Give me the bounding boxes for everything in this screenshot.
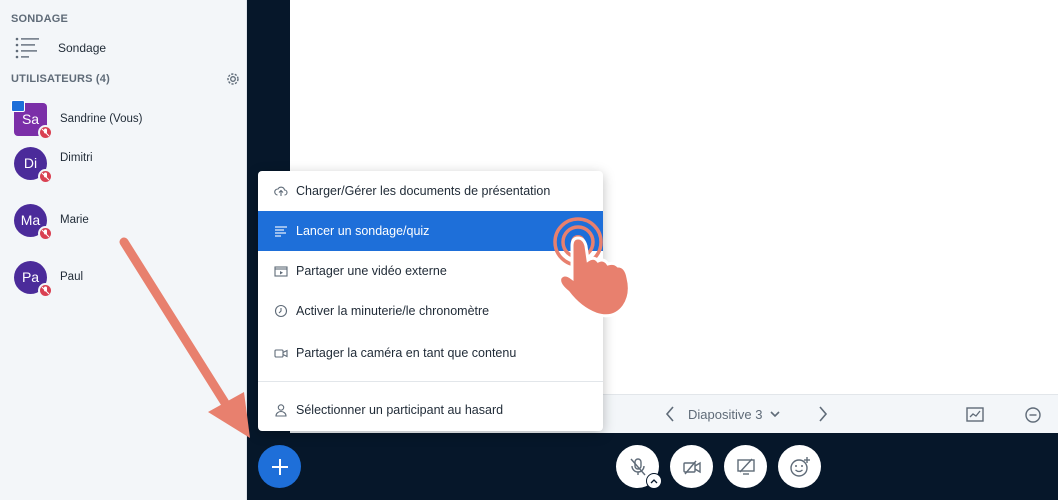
- muted-mic-icon: [38, 124, 53, 140]
- camera-icon: [274, 349, 288, 358]
- slide-selector[interactable]: Diapositive 3: [688, 404, 781, 424]
- plus-icon: [271, 458, 288, 475]
- timer-icon: [274, 304, 288, 318]
- user-icon: [275, 404, 287, 417]
- screenshare-off-icon: [736, 458, 755, 475]
- user-name: Dimitri: [60, 152, 93, 164]
- sidebar-item-poll-label: Sondage: [58, 41, 107, 55]
- camera-button[interactable]: [670, 445, 713, 488]
- chevron-down-icon: [770, 411, 781, 418]
- avatar: Ma: [14, 203, 53, 241]
- menu-item-share-camera-content[interactable]: Partager la caméra en tant que contenu: [258, 333, 603, 373]
- muted-mic-icon: [38, 168, 53, 184]
- user-list-item[interactable]: Ma Marie: [14, 202, 234, 241]
- upload-cloud-icon: [274, 186, 288, 196]
- muted-mic-icon: [38, 282, 53, 298]
- whiteboard-icon[interactable]: [965, 405, 985, 425]
- external-video-icon: [274, 266, 288, 277]
- screenshare-button[interactable]: [724, 445, 767, 488]
- tap-gesture-icon: [553, 217, 631, 318]
- avatar-initials: Sa: [21, 111, 40, 127]
- zoom-out-icon[interactable]: [1023, 405, 1043, 425]
- chevron-left-icon[interactable]: [663, 405, 677, 423]
- slide-selector-label: Diapositive 3: [688, 406, 763, 422]
- camera-off-icon: [682, 460, 701, 474]
- menu-item-label: Sélectionner un participant au hasard: [296, 403, 504, 417]
- actions-plus-button[interactable]: [258, 445, 301, 488]
- reactions-button[interactable]: [778, 445, 821, 488]
- chevron-up-icon: [650, 479, 658, 484]
- menu-item-label: Partager une vidéo externe: [296, 264, 447, 278]
- smiley-plus-icon: [789, 456, 810, 477]
- muted-mic-icon: [38, 225, 53, 241]
- user-name: Marie: [60, 214, 89, 226]
- sidebar-item-poll[interactable]: Sondage: [14, 36, 234, 60]
- avatar-initials: Ma: [20, 212, 41, 228]
- menu-item-label: Partager la caméra en tant que contenu: [296, 346, 517, 360]
- menu-item-upload-presentation[interactable]: Charger/Gérer les documents de présentat…: [258, 171, 603, 211]
- menu-item-random-participant[interactable]: Sélectionner un participant au hasard: [258, 390, 603, 430]
- avatar-initials: Di: [23, 155, 38, 171]
- gear-icon[interactable]: [225, 71, 241, 87]
- chevron-right-icon[interactable]: [816, 405, 830, 423]
- user-name: Sandrine (Vous): [60, 113, 143, 125]
- user-list-item[interactable]: Di Dimitri: [14, 145, 234, 184]
- user-list-item[interactable]: Sa Sandrine (Vous): [11, 99, 234, 140]
- avatar-initials: Pa: [21, 269, 40, 285]
- poll-list-icon: [14, 36, 42, 60]
- menu-item-label: Lancer un sondage/quiz: [296, 224, 430, 238]
- poll-list-icon: [275, 226, 287, 237]
- menu-item-label: Activer la minuterie/le chronomètre: [296, 304, 490, 318]
- avatar: Pa: [14, 260, 53, 298]
- menu-divider: [258, 381, 603, 382]
- users-section-title: UTILISATEURS (4): [11, 73, 110, 85]
- avatar: Sa: [11, 99, 53, 140]
- poll-section-title: SONDAGE: [11, 13, 69, 25]
- mic-off-icon: [629, 457, 646, 475]
- menu-item-label: Charger/Gérer les documents de présentat…: [296, 184, 551, 198]
- presenter-icon: [11, 99, 25, 112]
- avatar: Di: [14, 146, 53, 184]
- user-name: Paul: [60, 271, 84, 283]
- audio-options-button[interactable]: [646, 473, 662, 489]
- user-list-item[interactable]: Pa Paul: [14, 259, 234, 298]
- sidebar: SONDAGE Sondage UTILISATEURS (4) Sa Sand…: [0, 0, 247, 500]
